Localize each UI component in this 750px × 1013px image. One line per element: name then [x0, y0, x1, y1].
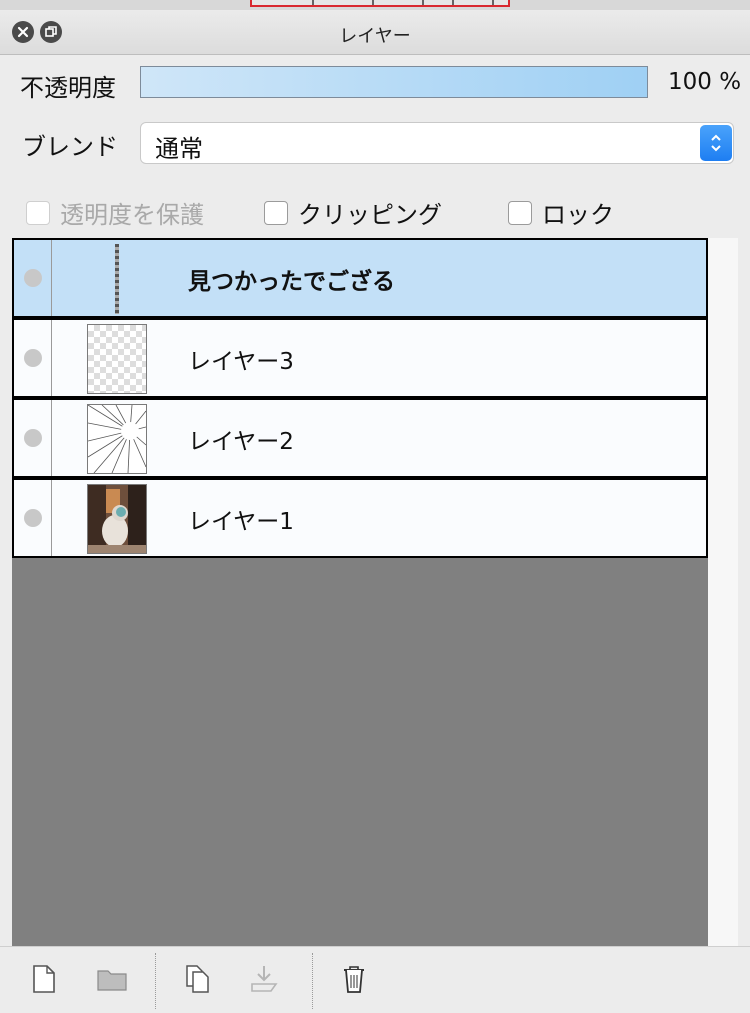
checkbox-box[interactable]: [264, 200, 288, 225]
layer-name: レイヤー2: [188, 429, 294, 455]
layer-name: レイヤー3: [188, 349, 294, 375]
top-strip: [0, 0, 750, 10]
scrollbar-track[interactable]: [708, 238, 738, 946]
chevron-updown-icon: [700, 125, 732, 161]
layer-thumbnail: [87, 484, 147, 554]
opacity-label: 不透明度: [20, 74, 116, 102]
layer-thumbnail: [87, 324, 147, 394]
panel-titlebar: レイヤー: [0, 10, 750, 55]
new-folder-icon[interactable]: [96, 961, 128, 997]
clipping-label: クリッピング: [298, 201, 442, 229]
divider: [51, 480, 52, 556]
layer-row[interactable]: 見つかったでござる: [12, 238, 708, 318]
divider: [51, 400, 52, 476]
duplicate-layer-icon[interactable]: [182, 961, 214, 997]
checkbox-box[interactable]: [508, 200, 532, 225]
highlight-frame: [250, 0, 510, 7]
toolbar-separator: [155, 953, 157, 1009]
opacity-value: 100 %: [668, 69, 742, 95]
trash-icon[interactable]: [338, 961, 370, 997]
layer-name: 見つかったでござる: [188, 269, 395, 295]
visibility-dot-icon[interactable]: [24, 509, 42, 527]
cat-photo-thumbnail: [88, 485, 146, 553]
layer-row[interactable]: レイヤー2: [12, 398, 708, 478]
visibility-dot-icon[interactable]: [24, 349, 42, 367]
lock-label: ロック: [542, 201, 614, 229]
blend-mode-select[interactable]: 通常: [140, 122, 734, 164]
layer-row[interactable]: レイヤー1: [12, 478, 708, 558]
layer-thumbnail: [115, 244, 119, 314]
radial-lines-icon: [88, 405, 146, 473]
divider: [51, 240, 52, 316]
panel-title: レイヤー: [339, 26, 411, 47]
divider: [51, 320, 52, 396]
toolbar-separator: [312, 953, 314, 1009]
protect-transparency-label: 透明度を保護: [60, 201, 204, 229]
layer-row[interactable]: レイヤー3: [12, 318, 708, 398]
visibility-dot-icon[interactable]: [24, 269, 42, 287]
clipping-checkbox[interactable]: クリッピング: [264, 195, 442, 230]
lock-checkbox[interactable]: ロック: [508, 195, 614, 230]
opacity-slider[interactable]: [140, 66, 648, 98]
merge-down-icon[interactable]: [248, 961, 280, 997]
layer-thumbnail: [87, 404, 147, 474]
blend-mode-value: 通常: [155, 135, 203, 163]
visibility-dot-icon[interactable]: [24, 429, 42, 447]
layer-name: レイヤー1: [188, 509, 294, 535]
blend-label: ブレンド: [22, 133, 118, 161]
layer-list: 見つかったでござる レイヤー3 レイヤー2 レイヤー1: [12, 238, 708, 946]
protect-transparency-checkbox: 透明度を保護: [26, 195, 204, 230]
checkbox-box: [26, 200, 50, 225]
layer-toolbar: [0, 946, 750, 1013]
new-layer-icon[interactable]: [28, 961, 60, 997]
